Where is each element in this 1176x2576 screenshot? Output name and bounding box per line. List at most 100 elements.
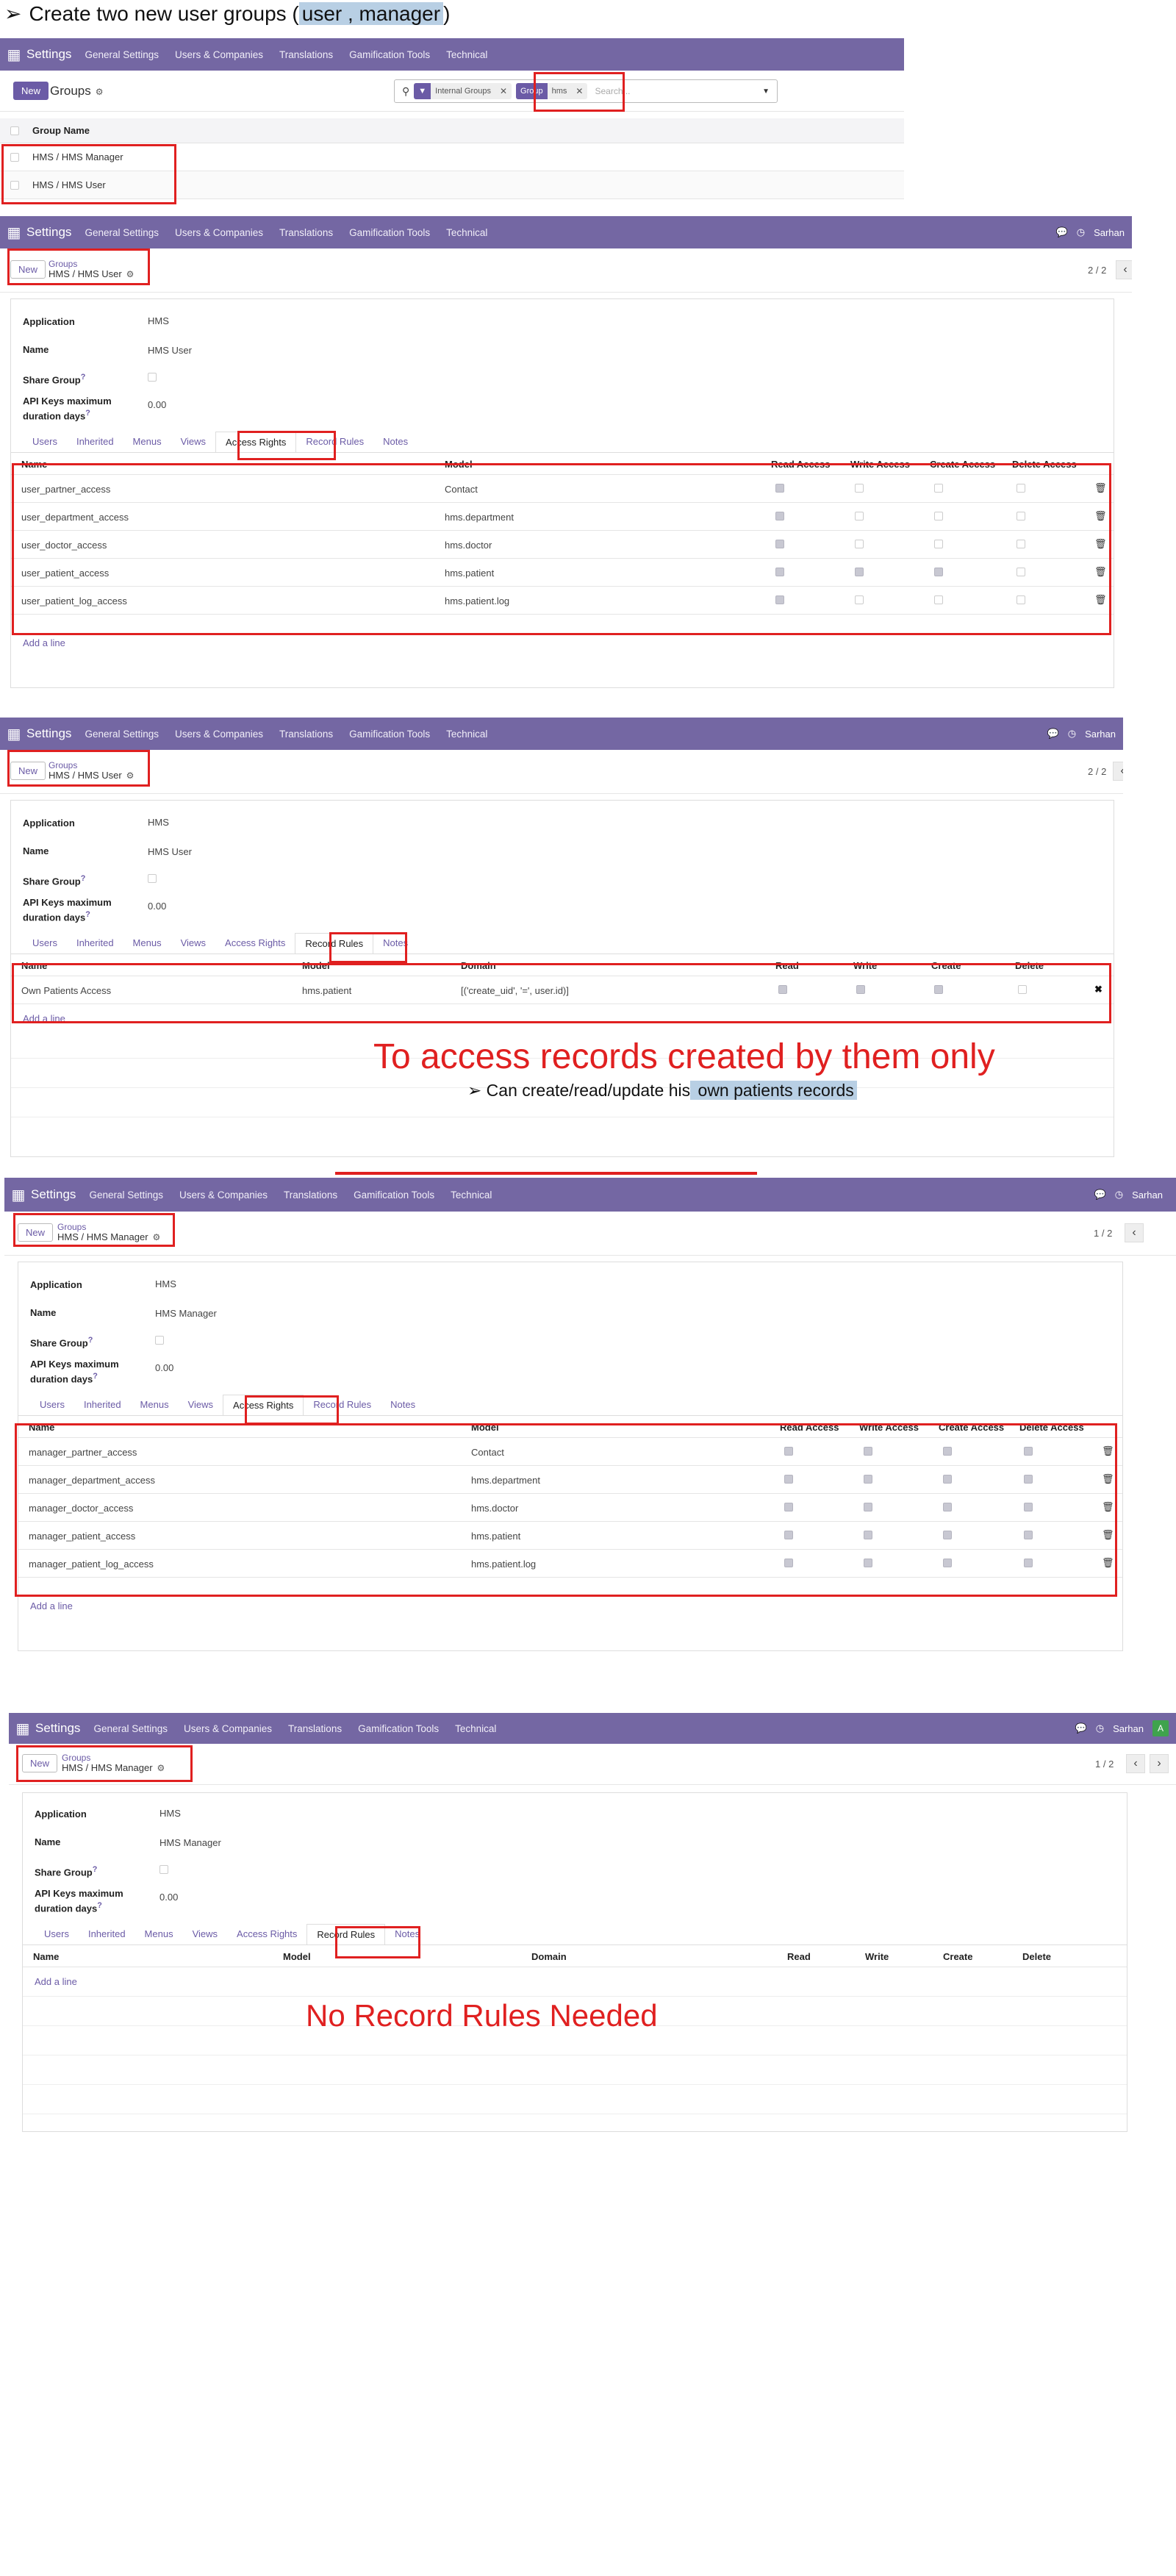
access-name-cell[interactable]: user_patient_log_access xyxy=(21,595,127,607)
read-checkbox[interactable] xyxy=(784,1503,793,1511)
share-group-checkbox[interactable] xyxy=(148,373,157,382)
trash-icon[interactable]: 🗑 xyxy=(1102,1501,1114,1513)
menu-translations[interactable]: Translations xyxy=(288,1723,342,1734)
tab-access-rights[interactable]: Access Rights xyxy=(215,432,297,453)
menu-technical[interactable]: Technical xyxy=(451,1189,492,1201)
gear-icon[interactable]: ⚙ xyxy=(96,87,104,97)
new-button[interactable]: New xyxy=(13,82,49,100)
delete-checkbox[interactable] xyxy=(1018,985,1027,994)
access-model-cell[interactable]: hms.department xyxy=(471,1475,540,1486)
menu-users-companies[interactable]: Users & Companies xyxy=(179,1189,268,1201)
trash-icon[interactable]: 🗑 xyxy=(1102,1557,1114,1569)
user-menu[interactable]: Sarhan xyxy=(1094,227,1125,238)
read-checkbox[interactable] xyxy=(775,540,784,548)
read-checkbox[interactable] xyxy=(775,484,784,493)
tab-notes[interactable]: Notes xyxy=(381,1395,425,1416)
table-row[interactable]: user_patient_log_access hms.patient.log … xyxy=(11,587,1114,615)
select-all-checkbox[interactable] xyxy=(10,126,19,135)
delete-checkbox[interactable] xyxy=(1017,595,1025,604)
application-field[interactable]: HMS xyxy=(155,1278,176,1289)
new-button[interactable]: New xyxy=(10,762,46,780)
app-name[interactable]: Settings xyxy=(31,1187,76,1202)
access-name-cell[interactable]: user_department_access xyxy=(21,512,129,523)
trash-icon[interactable]: 🗑 xyxy=(1102,1445,1114,1457)
delete-checkbox[interactable] xyxy=(1024,1447,1033,1456)
row-checkbox[interactable] xyxy=(10,153,19,162)
tab-record-rules[interactable]: Record Rules xyxy=(304,1395,381,1416)
help-icon[interactable]: ? xyxy=(85,910,90,919)
create-checkbox[interactable] xyxy=(943,1503,952,1511)
column-write[interactable]: Write xyxy=(853,960,877,971)
menu-gamification[interactable]: Gamification Tools xyxy=(349,729,430,740)
menu-technical[interactable]: Technical xyxy=(446,729,487,740)
chat-icon[interactable]: 💬 xyxy=(1075,1722,1087,1734)
access-model-cell[interactable]: Contact xyxy=(471,1447,504,1458)
menu-general-settings[interactable]: General Settings xyxy=(85,729,159,740)
rule-domain-cell[interactable]: [('create_uid', '=', user.id)] xyxy=(461,985,569,996)
column-create[interactable]: Create xyxy=(931,960,961,971)
group-name-cell[interactable]: HMS / HMS User xyxy=(32,179,106,190)
delete-checkbox[interactable] xyxy=(1017,540,1025,548)
apps-grid-icon[interactable]: ▦ xyxy=(4,46,24,64)
read-checkbox[interactable] xyxy=(775,568,784,576)
tab-users[interactable]: Users xyxy=(30,1395,74,1416)
column-delete[interactable]: Delete Access xyxy=(1012,459,1077,470)
column-model[interactable]: Model xyxy=(471,1422,499,1433)
rule-name-cell[interactable]: Own Patients Access xyxy=(21,985,111,996)
new-button[interactable]: New xyxy=(22,1754,58,1772)
tab-record-rules[interactable]: Record Rules xyxy=(306,1924,386,1945)
table-row[interactable]: manager_patient_access hms.patient 🗑 xyxy=(18,1522,1122,1550)
menu-technical[interactable]: Technical xyxy=(446,227,487,238)
table-row[interactable]: user_patient_access hms.patient 🗑 xyxy=(11,559,1114,587)
delete-checkbox[interactable] xyxy=(1017,568,1025,576)
access-model-cell[interactable]: hms.patient xyxy=(471,1531,520,1542)
delete-checkbox[interactable] xyxy=(1024,1531,1033,1539)
tab-views[interactable]: Views xyxy=(179,1395,223,1416)
read-checkbox[interactable] xyxy=(784,1531,793,1539)
user-menu[interactable]: Sarhan xyxy=(1113,1723,1144,1734)
access-name-cell[interactable]: user_patient_access xyxy=(21,568,109,579)
search-icon[interactable]: ⚲ xyxy=(402,85,409,98)
menu-translations[interactable]: Translations xyxy=(279,227,333,238)
facet-group[interactable]: Group hms ✕ xyxy=(516,83,588,99)
column-delete[interactable]: Delete xyxy=(1022,1951,1051,1962)
table-row[interactable]: manager_partner_access Contact 🗑 xyxy=(18,1438,1122,1466)
column-write[interactable]: Write Access xyxy=(850,459,910,470)
write-checkbox[interactable] xyxy=(855,595,864,604)
clock-icon[interactable]: ◷ xyxy=(1096,1722,1104,1734)
write-checkbox[interactable] xyxy=(855,512,864,520)
menu-translations[interactable]: Translations xyxy=(279,49,333,60)
read-checkbox[interactable] xyxy=(775,595,784,604)
previous-record-button[interactable]: ‹ xyxy=(1125,1223,1144,1242)
help-icon[interactable]: ? xyxy=(88,1336,93,1345)
pager-value[interactable]: 2 / 2 xyxy=(1088,766,1106,777)
app-name[interactable]: Settings xyxy=(26,47,71,62)
column-read[interactable]: Read xyxy=(787,1951,811,1962)
tab-record-rules[interactable]: Record Rules xyxy=(296,432,373,453)
access-name-cell[interactable]: user_doctor_access xyxy=(21,540,107,551)
pager-value[interactable]: 1 / 2 xyxy=(1094,1228,1112,1239)
tab-menus[interactable]: Menus xyxy=(123,933,171,954)
gear-icon[interactable]: ⚙ xyxy=(126,770,135,781)
column-domain[interactable]: Domain xyxy=(461,960,496,971)
tab-inherited[interactable]: Inherited xyxy=(67,933,123,954)
access-name-cell[interactable]: manager_partner_access xyxy=(29,1447,137,1458)
access-name-cell[interactable]: manager_doctor_access xyxy=(29,1503,133,1514)
create-checkbox[interactable] xyxy=(934,568,943,576)
new-button[interactable]: New xyxy=(10,260,46,279)
tab-access-rights[interactable]: Access Rights xyxy=(227,1924,306,1945)
delete-checkbox[interactable] xyxy=(1024,1475,1033,1484)
column-read[interactable]: Read Access xyxy=(771,459,830,470)
delete-checkbox[interactable] xyxy=(1017,512,1025,520)
app-name[interactable]: Settings xyxy=(35,1721,80,1736)
write-checkbox[interactable] xyxy=(864,1475,872,1484)
help-icon[interactable]: ? xyxy=(97,1901,102,1910)
column-group-name[interactable]: Group Name xyxy=(32,125,90,136)
help-icon[interactable]: ? xyxy=(85,409,90,418)
write-checkbox[interactable] xyxy=(855,568,864,576)
table-row[interactable]: HMS / HMS User xyxy=(0,171,904,199)
row-checkbox[interactable] xyxy=(10,181,19,190)
write-checkbox[interactable] xyxy=(864,1503,872,1511)
create-checkbox[interactable] xyxy=(943,1447,952,1456)
menu-gamification[interactable]: Gamification Tools xyxy=(349,227,430,238)
